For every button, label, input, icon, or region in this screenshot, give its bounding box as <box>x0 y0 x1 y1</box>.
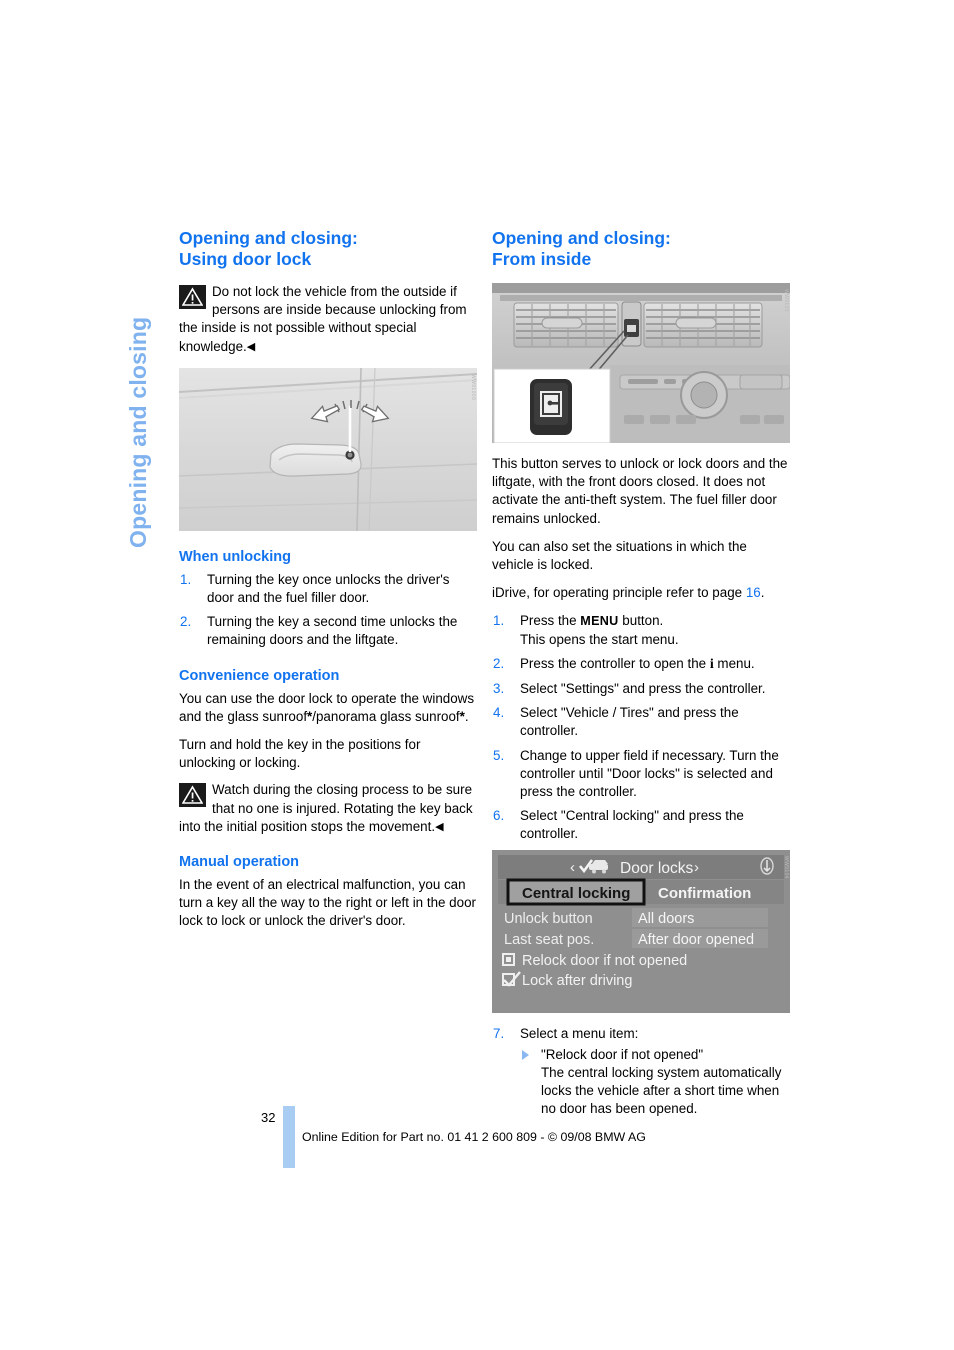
dashboard-figure: WW9103 <box>492 283 790 443</box>
step-number: 7. <box>493 1025 505 1041</box>
step-text: Press the MENU button. This opens the sta… <box>520 613 679 647</box>
list-item: 2. Turning the key a second time unlocks … <box>179 613 477 649</box>
heading-convenience-operation: Convenience operation <box>179 667 340 684</box>
figure-code: WW9103 <box>783 289 789 312</box>
list-item: 3. Select "Settings" and press the contro… <box>492 680 790 698</box>
option-asterisk: * <box>307 708 313 724</box>
svg-text:Unlock button: Unlock button <box>504 911 593 927</box>
idrive-title-text: Door locks <box>620 860 693 877</box>
page-title-right: Opening and closing: From inside <box>492 228 671 269</box>
list-item: 4. Select "Vehicle / Tires" and press the… <box>492 704 790 740</box>
right-para-1: This button serves to unlock or lock doo… <box>492 456 788 526</box>
figure-code: WW91009 <box>470 373 476 400</box>
warning-triangle-icon <box>179 285 206 309</box>
step-text: Turning the key a second time unlocks th… <box>207 614 458 648</box>
info-menu-key: i <box>709 656 714 672</box>
step-7-block: 7. Select a menu item: "Relock door if n… <box>492 1025 790 1119</box>
step-number: 3. <box>493 681 505 697</box>
footer-text: Online Edition for Part no. 01 41 2 600 … <box>302 1130 646 1144</box>
heading-when-unlocking: When unlocking <box>179 548 291 565</box>
step-number: 2. <box>493 655 505 671</box>
svg-text:Relock door if not opened: Relock door if not opened <box>522 953 687 969</box>
warning-end-mark: ◀ <box>435 820 444 833</box>
step-number: 5. <box>493 747 505 763</box>
list-item: 1. Turning the key once unlocks the drive… <box>179 571 477 607</box>
page-title-left: Opening and closing: Using door lock <box>179 228 358 269</box>
right-para-2: You can also set the situations in which… <box>492 538 747 573</box>
warning-triangle-icon <box>179 783 206 808</box>
page-number: 32 <box>261 1110 276 1125</box>
chapter-tab-label: Opening and closing <box>125 316 151 548</box>
svg-text:‹: ‹ <box>570 859 575 876</box>
idrive-screen-figure: ‹ Door locks › Central locking Confirmat… <box>492 849 790 1013</box>
step-number: 4. <box>493 705 505 721</box>
svg-text:All doors: All doors <box>638 911 694 927</box>
page-reference-link[interactable]: 16 <box>746 585 761 600</box>
bullet-triangle-icon <box>522 1049 529 1060</box>
step-text: Select "Central locking" and press the c… <box>520 808 744 842</box>
list-item: 2. Press the controller to open the i men… <box>492 655 790 674</box>
right-column: Opening and closing: From inside WW9103 … <box>492 228 790 1125</box>
sub-item-body: The central locking system automatically… <box>541 1065 782 1117</box>
step-number: 1. <box>493 613 505 629</box>
when-unlocking-steps: 1. Turning the key once unlocks the drive… <box>179 571 477 650</box>
svg-text:After door opened: After door opened <box>638 932 754 948</box>
manual-page: Opening and closing Opening and closing:… <box>0 0 954 1350</box>
footer-accent-bar <box>283 1106 295 1168</box>
heading-manual-operation: Manual operation <box>179 854 300 871</box>
step-text: Select "Settings" and press the controll… <box>520 681 766 697</box>
svg-text:Lock after driving: Lock after driving <box>522 973 632 989</box>
door-handle-figure: WW91009 <box>179 367 477 531</box>
warning-note-1-text: Do not lock the vehicle from the outside… <box>179 284 467 354</box>
svg-text:Central locking: Central locking <box>522 885 630 902</box>
svg-text:Confirmation: Confirmation <box>658 885 751 902</box>
list-item: 6. Select "Central locking" and press the… <box>492 807 790 843</box>
option-asterisk: * <box>459 708 465 724</box>
step-text-line-2: This opens the start menu. <box>520 631 679 647</box>
step-text: Press the controller to open the i menu. <box>520 655 755 672</box>
warning-end-mark: ◀ <box>246 340 256 353</box>
convenience-para-2: Turn and hold the key in the positions f… <box>179 737 421 771</box>
sub-item-title: "Relock door if not opened" <box>541 1046 704 1062</box>
step-number: 2. <box>180 614 192 630</box>
step-text: Turning the key once unlocks the driver'… <box>207 571 450 606</box>
manual-para-1: In the event of an electrical malfunctio… <box>179 877 476 929</box>
list-item: 5. Change to upper field if necessary. Tu… <box>492 747 790 802</box>
idrive-steps: 1. Press the MENU button. This opens the s… <box>492 612 790 843</box>
step-text: Select "Vehicle / Tires" and press the c… <box>520 705 739 739</box>
step-7-sublist: "Relock door if not opened" The central … <box>520 1046 790 1119</box>
step-number: 1. <box>180 571 192 587</box>
convenience-para-1: You can use the door lock to operate the… <box>179 690 475 724</box>
step-text: Select a menu item: <box>520 1025 639 1041</box>
list-item: "Relock door if not opened" The central … <box>520 1046 790 1119</box>
svg-text:›: › <box>694 859 699 876</box>
figure-code: WW9104 <box>783 855 789 879</box>
warning-note-2-text: Watch during the closing process to be s… <box>179 782 473 834</box>
warning-note-2: Watch during the closing process to be s… <box>179 781 477 836</box>
svg-text:Last seat pos.: Last seat pos. <box>504 932 594 948</box>
step-number: 6. <box>493 808 505 824</box>
idrive-reference: iDrive, for operating principle refer to… <box>492 585 765 601</box>
step-text: Change to upper field if necessary. Turn… <box>520 747 779 800</box>
warning-note-1: Do not lock the vehicle from the outside… <box>179 283 477 356</box>
list-item: 7. Select a menu item: "Relock door if n… <box>492 1025 790 1119</box>
menu-button-key: MENU <box>580 614 619 629</box>
list-item: 1. Press the MENU button. This opens the s… <box>492 612 790 648</box>
left-column: Opening and closing: Using door lock Do n… <box>179 228 477 941</box>
